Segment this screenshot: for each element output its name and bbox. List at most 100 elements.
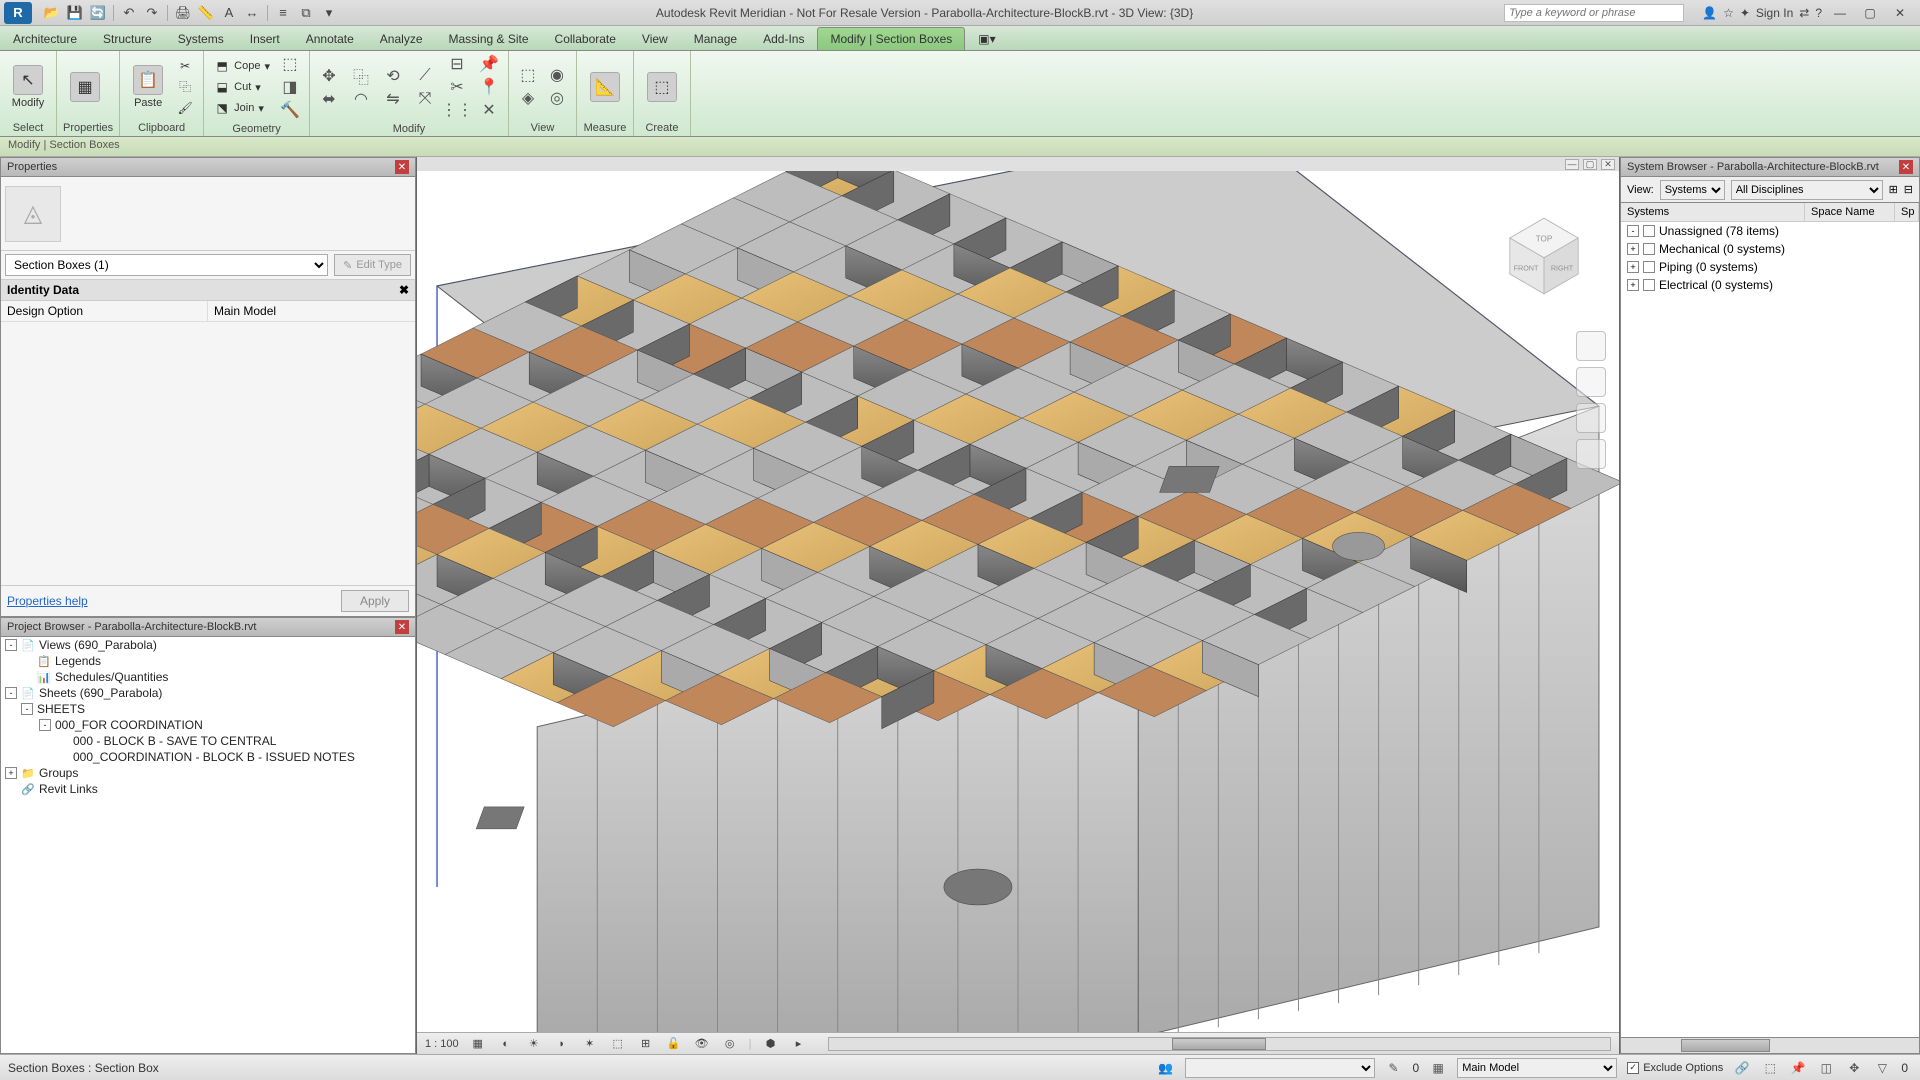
zoom-icon[interactable]	[1576, 403, 1606, 433]
tree-toggle-icon[interactable]: -	[1627, 225, 1639, 237]
viewport-h-scrollbar[interactable]	[828, 1037, 1612, 1051]
mirror2-icon[interactable]: ⤧	[412, 88, 438, 110]
tab-manage[interactable]: Manage	[681, 27, 750, 50]
tree-toggle-icon[interactable]: +	[1627, 279, 1639, 291]
properties-panel-header[interactable]: Properties ✕	[0, 157, 416, 177]
sun-path-icon[interactable]: ☀	[525, 1036, 543, 1052]
crop-view-icon[interactable]: ⬚	[609, 1036, 627, 1052]
tree-item[interactable]: 📊Schedules/Quantities	[1, 669, 415, 685]
subscription-icon[interactable]: 👤	[1702, 6, 1717, 20]
close-views-icon[interactable]: ⧉	[296, 4, 316, 22]
tree-item[interactable]: -📄Views (690_Parabola)	[1, 637, 415, 653]
copy-icon[interactable]: ⿻	[348, 65, 374, 87]
property-row[interactable]: Design Option Main Model	[1, 301, 415, 322]
favorites-icon[interactable]: ☆	[1723, 6, 1734, 20]
steering-wheel-icon[interactable]	[1576, 331, 1606, 361]
edit-type-button[interactable]: ✎Edit Type	[334, 254, 411, 276]
tree-item[interactable]: 000 - BLOCK B - SAVE TO CENTRAL	[1, 733, 415, 749]
help-icon[interactable]: ?	[1815, 6, 1822, 20]
drag-icon[interactable]: ✥	[1845, 1060, 1863, 1076]
unpin-icon[interactable]: 📍	[476, 76, 502, 98]
system-item[interactable]: +Piping (0 systems)	[1621, 258, 1919, 276]
cut-clipboard-button[interactable]: ✂	[173, 56, 197, 76]
temp-hide-icon[interactable]: 👁	[693, 1036, 711, 1052]
system-item[interactable]: +Electrical (0 systems)	[1621, 276, 1919, 294]
workset-icon[interactable]: 👥	[1157, 1060, 1175, 1076]
tree-item[interactable]: 📋Legends	[1, 653, 415, 669]
cut-geom-button[interactable]: ⬓Cut▾	[210, 77, 274, 97]
editable-only-icon[interactable]: ✎	[1385, 1060, 1403, 1076]
rotate-icon[interactable]: ⟲	[380, 65, 406, 87]
move-icon[interactable]: ✥	[316, 65, 342, 87]
minimize-icon[interactable]: —	[1828, 4, 1852, 22]
header-space-name[interactable]: Space Name	[1805, 203, 1895, 221]
tree-toggle-icon[interactable]: -	[5, 687, 17, 699]
exclude-options-checkbox[interactable]: ✓Exclude Options	[1627, 1062, 1723, 1074]
system-checkbox[interactable]	[1643, 243, 1655, 255]
viewport-minimize-icon[interactable]: —	[1565, 159, 1579, 170]
app-logo[interactable]: R	[4, 2, 32, 24]
system-checkbox[interactable]	[1643, 225, 1655, 237]
trim-icon[interactable]: ⟋	[412, 65, 438, 87]
redo-icon[interactable]: ↷	[142, 4, 162, 22]
project-browser-header[interactable]: Project Browser - Parabolla-Architecture…	[0, 617, 416, 637]
design-option-select[interactable]: Main Model	[1457, 1058, 1617, 1078]
project-browser-close-icon[interactable]: ✕	[395, 620, 409, 634]
view-cube[interactable]: TOP FRONT RIGHT	[1499, 211, 1589, 301]
paste-button[interactable]: 📋Paste	[126, 56, 170, 118]
view-icon-2[interactable]: ◈	[515, 87, 541, 109]
dimension-icon[interactable]: ↔	[242, 4, 262, 22]
demolish-icon[interactable]: 🔨	[277, 99, 303, 121]
tree-toggle-icon[interactable]: +	[1627, 261, 1639, 273]
properties-close-icon[interactable]: ✕	[395, 160, 409, 174]
tab-annotate[interactable]: Annotate	[293, 27, 367, 50]
tree-item[interactable]: 000_COORDINATION - BLOCK B - ISSUED NOTE…	[1, 749, 415, 765]
wall-opening-icon[interactable]: ⬚	[277, 53, 303, 75]
maximize-icon[interactable]: ▢	[1858, 4, 1882, 22]
select-face-icon[interactable]: ◫	[1817, 1060, 1835, 1076]
save-icon[interactable]: 💾	[65, 4, 85, 22]
exchange-icon[interactable]: ✦	[1740, 6, 1750, 20]
header-sp[interactable]: Sp	[1895, 203, 1919, 221]
join-button[interactable]: ⬔Join▾	[210, 98, 274, 118]
tab-view[interactable]: View	[629, 27, 681, 50]
apply-button[interactable]: Apply	[341, 590, 409, 612]
tab-structure[interactable]: Structure	[90, 27, 165, 50]
detail-level-icon[interactable]: ▦	[469, 1036, 487, 1052]
more-icon[interactable]: ▸	[790, 1036, 808, 1052]
tree-toggle-icon[interactable]: -	[21, 703, 33, 715]
text-icon[interactable]: A	[219, 4, 239, 22]
thin-lines-icon[interactable]: ≡	[273, 4, 293, 22]
tree-item[interactable]: -000_FOR COORDINATION	[1, 717, 415, 733]
copy-clipboard-button[interactable]: ⿻	[173, 77, 197, 97]
tab-architecture[interactable]: Architecture	[0, 27, 90, 50]
cope-button[interactable]: ⬒Cope▾	[210, 56, 274, 76]
select-underlay-icon[interactable]: ⬚	[1761, 1060, 1779, 1076]
system-checkbox[interactable]	[1643, 261, 1655, 273]
split-icon[interactable]: ✂	[444, 76, 470, 98]
close-icon[interactable]: ✕	[1888, 4, 1912, 22]
tab-addins[interactable]: Add-Ins	[750, 27, 817, 50]
tree-toggle-icon[interactable]: +	[1627, 243, 1639, 255]
design-options-icon[interactable]: ▦	[1429, 1060, 1447, 1076]
matchtype-button[interactable]: 🖌	[173, 98, 197, 118]
reveal-hidden-icon[interactable]: ◎	[721, 1036, 739, 1052]
tree-toggle-icon[interactable]: -	[5, 639, 17, 651]
filter-icon[interactable]: ▽	[1873, 1060, 1891, 1076]
3d-viewport[interactable]: TOP FRONT RIGHT	[417, 171, 1619, 1032]
offset-icon[interactable]: ◠	[348, 88, 374, 110]
worksharing-icon[interactable]: ⬢	[762, 1036, 780, 1052]
orbit-icon[interactable]	[1576, 439, 1606, 469]
tab-collaborate[interactable]: Collaborate	[542, 27, 629, 50]
select-links-icon[interactable]: 🔗	[1733, 1060, 1751, 1076]
tree-item[interactable]: +📁Groups	[1, 765, 415, 781]
scale-value[interactable]: 1 : 100	[425, 1038, 459, 1050]
measure-button[interactable]: 📐	[583, 56, 627, 118]
property-value[interactable]: Main Model	[208, 301, 415, 321]
system-browser-header[interactable]: System Browser - Parabolla-Architecture-…	[1620, 157, 1920, 177]
tab-insert[interactable]: Insert	[237, 27, 293, 50]
active-workset-select[interactable]	[1185, 1058, 1375, 1078]
header-systems[interactable]: Systems	[1621, 203, 1805, 221]
open-icon[interactable]: 📂	[42, 4, 62, 22]
tree-toggle-icon[interactable]: +	[5, 767, 17, 779]
